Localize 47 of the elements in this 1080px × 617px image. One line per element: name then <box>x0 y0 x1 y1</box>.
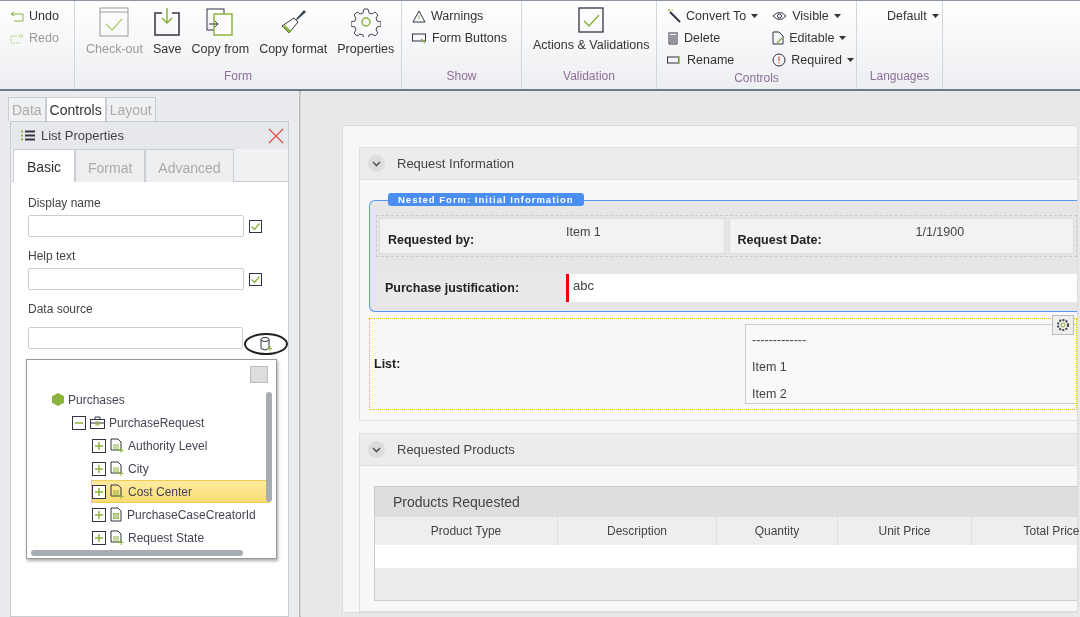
tree-item[interactable]: Cost Center <box>91 480 270 503</box>
tree-item[interactable]: Request State <box>91 526 270 549</box>
ribbon-button[interactable]: Editable <box>770 27 856 49</box>
tree-item[interactable]: Purchases <box>51 388 270 411</box>
group-label: Languages <box>868 69 931 85</box>
grid-title: Products Requested <box>375 487 1077 517</box>
tree-item[interactable]: Authority Level <box>91 434 270 457</box>
field-label: Display name <box>28 196 102 210</box>
panel-title: List Properties <box>41 128 126 143</box>
ribbon-button[interactable]: Form Buttons <box>410 27 510 49</box>
field-label: Request Date: <box>737 233 823 247</box>
section-title: Request Information <box>397 156 515 171</box>
tree-item[interactable]: PurchaseCaseCreatorId <box>91 503 270 526</box>
list-option[interactable]: ------------- <box>752 333 1070 347</box>
group-label: Controls <box>733 71 780 87</box>
ribbon-button[interactable]: Save <box>150 5 185 69</box>
list-option[interactable]: Item 2 <box>752 387 1070 401</box>
field-value: Item 1 <box>566 225 601 239</box>
properties-tab[interactable]: Basic <box>13 149 75 182</box>
field-label: Data source <box>28 302 94 316</box>
section-title: Requested Products <box>397 442 515 457</box>
ribbon-button[interactable]: Rename <box>665 49 761 71</box>
ribbon-button[interactable]: Required <box>770 49 856 71</box>
group-label: Validation <box>562 69 616 85</box>
tree-item[interactable]: City <box>91 457 270 480</box>
list-box[interactable]: ------------- Item 1 Item 2 <box>745 324 1076 404</box>
ribbon-button[interactable]: Warnings <box>410 5 510 27</box>
field-value: 1/1/1900 <box>915 225 965 239</box>
nested-form-label: Nested Form: Initial Information <box>388 193 584 206</box>
field-label: List: <box>373 357 402 371</box>
ribbon-button[interactable]: Actions & Validations <box>530 5 653 69</box>
language-dropdown[interactable]: Default <box>885 5 941 27</box>
panel-tab[interactable]: Controls <box>45 97 106 121</box>
undo-button[interactable]: Undo <box>8 5 66 27</box>
ribbon-button[interactable]: Properties <box>334 5 398 69</box>
tree-item[interactable]: PurchaseRequest <box>71 411 270 434</box>
ribbon-button[interactable]: Delete <box>665 27 761 49</box>
ribbon-button[interactable]: Copy format <box>256 5 331 69</box>
input-field[interactable]: abc <box>566 274 1077 302</box>
ribbon-button[interactable]: Copy from <box>188 5 253 69</box>
group-label: Show <box>445 69 478 85</box>
ribbon-button[interactable]: Convert To <box>665 5 761 27</box>
field-label: Help text <box>28 249 77 263</box>
list-option[interactable]: Item 1 <box>752 360 1070 374</box>
field-label: Requested by: <box>388 233 476 247</box>
ribbon-button[interactable]: Visible <box>770 5 856 27</box>
group-label: Form <box>223 69 253 85</box>
